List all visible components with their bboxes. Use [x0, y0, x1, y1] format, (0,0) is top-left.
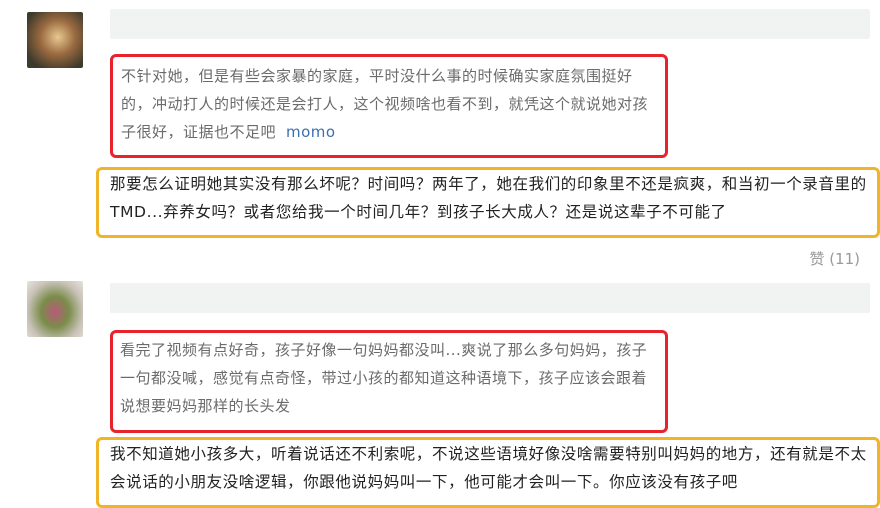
- username-redacted: [110, 283, 870, 313]
- quote-author-link[interactable]: momo: [286, 123, 336, 141]
- username-redacted: [110, 9, 870, 39]
- avatar[interactable]: [27, 12, 83, 68]
- avatar[interactable]: [27, 281, 83, 337]
- reply-comment-text: 那要怎么证明她其实没有那么坏呢？时间吗？两年了，她在我们的印象里不还是疯爽，和当…: [110, 175, 867, 221]
- quoted-comment: 不针对她，但是有些会家暴的家庭，平时没什么事的时候确实家庭氛围挺好的，冲动打人的…: [121, 62, 655, 146]
- reply-comment-text: 我不知道她小孩多大，听着说话还不利索呢，不说这些语境好像没啥需要特别叫妈妈的地方…: [110, 445, 867, 491]
- quoted-comment-text: 看完了视频有点好奇，孩子好像一句妈妈都没叫...爽说了那么多句妈妈，孩子一句都没…: [120, 341, 648, 415]
- like-button[interactable]: 赞 (11): [809, 248, 860, 269]
- quoted-comment-text: 不针对她，但是有些会家暴的家庭，平时没什么事的时候确实家庭氛围挺好的，冲动打人的…: [121, 67, 649, 141]
